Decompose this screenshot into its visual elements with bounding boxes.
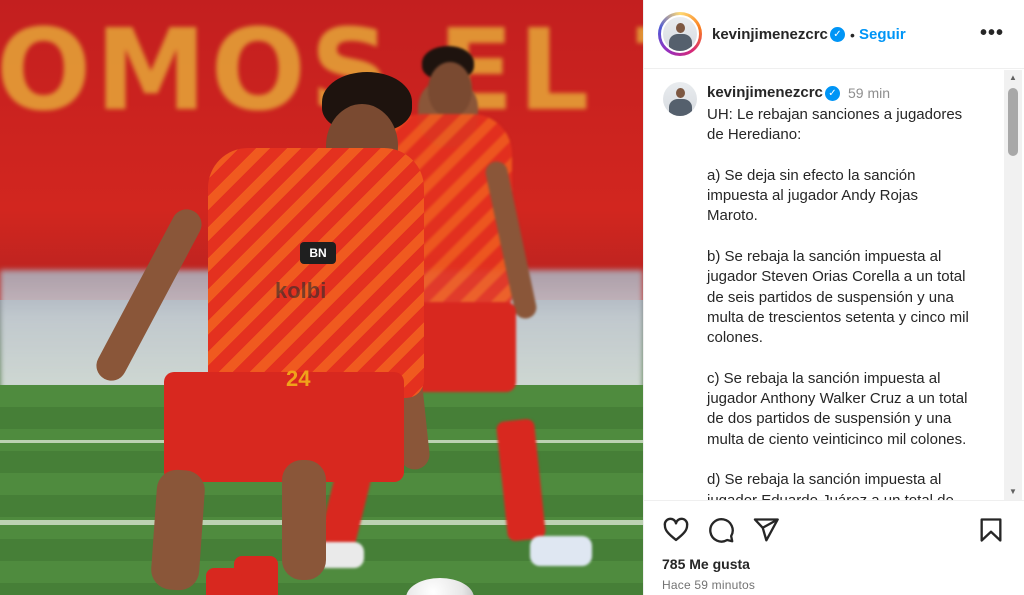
bookmark-icon[interactable] <box>977 516 1005 544</box>
scroll-down-arrow-icon[interactable]: ▼ <box>1004 484 1022 500</box>
caption-scrollbar[interactable]: ▲ ▼ <box>1004 70 1022 500</box>
likes-count[interactable]: 785 Me gusta <box>662 556 750 572</box>
caption-username[interactable]: kevinjimenezcrc <box>707 84 823 101</box>
caption-text: UH: Le rebajan sanciones a jugadores de … <box>707 106 969 500</box>
scroll-up-arrow-icon[interactable]: ▲ <box>1004 70 1022 86</box>
scroll-thumb[interactable] <box>1008 88 1018 156</box>
comment-icon[interactable] <box>707 516 735 544</box>
jersey-number: 24 <box>286 366 311 391</box>
verified-badge-icon: ✓ <box>830 27 845 42</box>
heart-icon[interactable] <box>662 516 690 544</box>
post-panel: kevinjimenezcrc ✓ • Seguir ••• kevinjime… <box>643 0 1024 595</box>
foreground-player: BN kolbi 24 <box>91 70 440 595</box>
caption-verified-badge-icon: ✓ <box>825 86 840 101</box>
header-username[interactable]: kevinjimenezcrc <box>712 26 828 43</box>
caption-area[interactable]: kevinjimenezcrc ✓ 59 min UH: Le rebajan … <box>644 70 1006 500</box>
post-time-ago[interactable]: Hace 59 minutos <box>662 578 755 592</box>
caption-avatar[interactable] <box>663 82 697 116</box>
post-header: kevinjimenezcrc ✓ • Seguir ••• <box>644 0 1024 69</box>
share-icon[interactable] <box>752 516 780 544</box>
separator-dot: • <box>850 27 855 43</box>
action-bar: 785 Me gusta Hace 59 minutos <box>644 500 1024 595</box>
caption-timestamp[interactable]: 59 min <box>848 85 890 101</box>
sponsor-logo-2: kolbi <box>275 278 327 303</box>
post-photo[interactable]: OMOS EL T BN kolbi 24 <box>0 0 643 595</box>
more-options-icon[interactable]: ••• <box>980 22 1004 45</box>
avatar[interactable] <box>661 15 699 53</box>
story-ring[interactable] <box>658 12 702 56</box>
follow-button[interactable]: Seguir <box>859 26 906 43</box>
sponsor-logo: BN <box>300 242 336 264</box>
